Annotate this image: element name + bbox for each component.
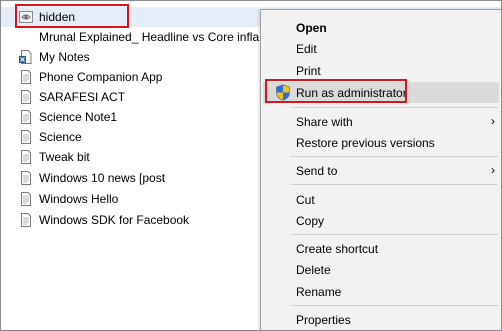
file-name: Windows 10 news [post xyxy=(39,171,166,185)
notes-doc-icon xyxy=(19,50,32,64)
highlight-box-run-as-admin xyxy=(265,79,407,103)
file-name: Science Note1 xyxy=(39,110,118,124)
file-name: Mrunal Explained_ Headline vs Core infla… xyxy=(39,30,270,44)
text-doc-icon xyxy=(21,213,31,227)
menu-item-edit[interactable]: Edit xyxy=(263,38,499,59)
text-doc-icon xyxy=(21,150,31,164)
text-doc-icon xyxy=(21,192,31,206)
menu-item-label: Properties xyxy=(296,313,351,327)
submenu-arrow-icon: › xyxy=(491,163,495,177)
menu-item-rename[interactable]: Rename xyxy=(263,281,499,302)
file-name: Science xyxy=(39,130,82,144)
menu-item-properties[interactable]: Properties xyxy=(263,309,499,330)
menu-item-copy[interactable]: Copy xyxy=(263,210,499,231)
file-name: Tweak bit xyxy=(39,150,90,164)
menu-item-label: Restore previous versions xyxy=(296,136,435,150)
menu-item-delete[interactable]: Delete xyxy=(263,259,499,280)
file-name: Windows Hello xyxy=(39,192,119,206)
text-doc-icon xyxy=(21,70,31,84)
text-doc-icon xyxy=(21,171,31,185)
text-doc-icon xyxy=(21,90,31,104)
menu-separator xyxy=(291,234,497,235)
menu-item-label: Cut xyxy=(296,193,315,207)
menu-separator xyxy=(291,305,497,306)
menu-item-label: Share with xyxy=(296,115,353,129)
context-menu: Open Edit Print Run as administrator Sha… xyxy=(260,9,501,330)
menu-separator xyxy=(291,107,497,108)
file-name: SARAFESI ACT xyxy=(39,90,126,104)
menu-item-print[interactable]: Print xyxy=(263,60,499,81)
menu-separator xyxy=(291,156,497,157)
menu-item-label: Edit xyxy=(296,42,317,56)
menu-item-restore-previous-versions[interactable]: Restore previous versions xyxy=(263,132,499,153)
menu-item-label: Delete xyxy=(296,263,331,277)
file-name: My Notes xyxy=(39,50,90,64)
explorer-window: hidden Mrunal Explained_ Headline vs Cor… xyxy=(0,0,502,331)
text-doc-icon xyxy=(21,110,31,124)
menu-item-label: Create shortcut xyxy=(296,242,379,256)
menu-item-label: Send to xyxy=(296,164,338,178)
menu-item-share-with[interactable]: Share with › xyxy=(263,111,499,132)
menu-item-label: Print xyxy=(296,64,321,78)
menu-item-open[interactable]: Open xyxy=(263,17,499,38)
menu-item-label: Open xyxy=(296,21,327,35)
highlight-box-hidden xyxy=(15,4,129,28)
menu-item-label: Rename xyxy=(296,285,342,299)
menu-separator xyxy=(291,184,497,185)
menu-item-create-shortcut[interactable]: Create shortcut xyxy=(263,238,499,259)
submenu-arrow-icon: › xyxy=(491,114,495,128)
menu-item-send-to[interactable]: Send to › xyxy=(263,160,499,181)
file-name: Windows SDK for Facebook xyxy=(39,213,190,227)
file-name: Phone Companion App xyxy=(39,70,163,84)
menu-item-cut[interactable]: Cut xyxy=(263,189,499,210)
menu-item-label: Copy xyxy=(296,214,325,228)
text-doc-icon xyxy=(21,130,31,144)
